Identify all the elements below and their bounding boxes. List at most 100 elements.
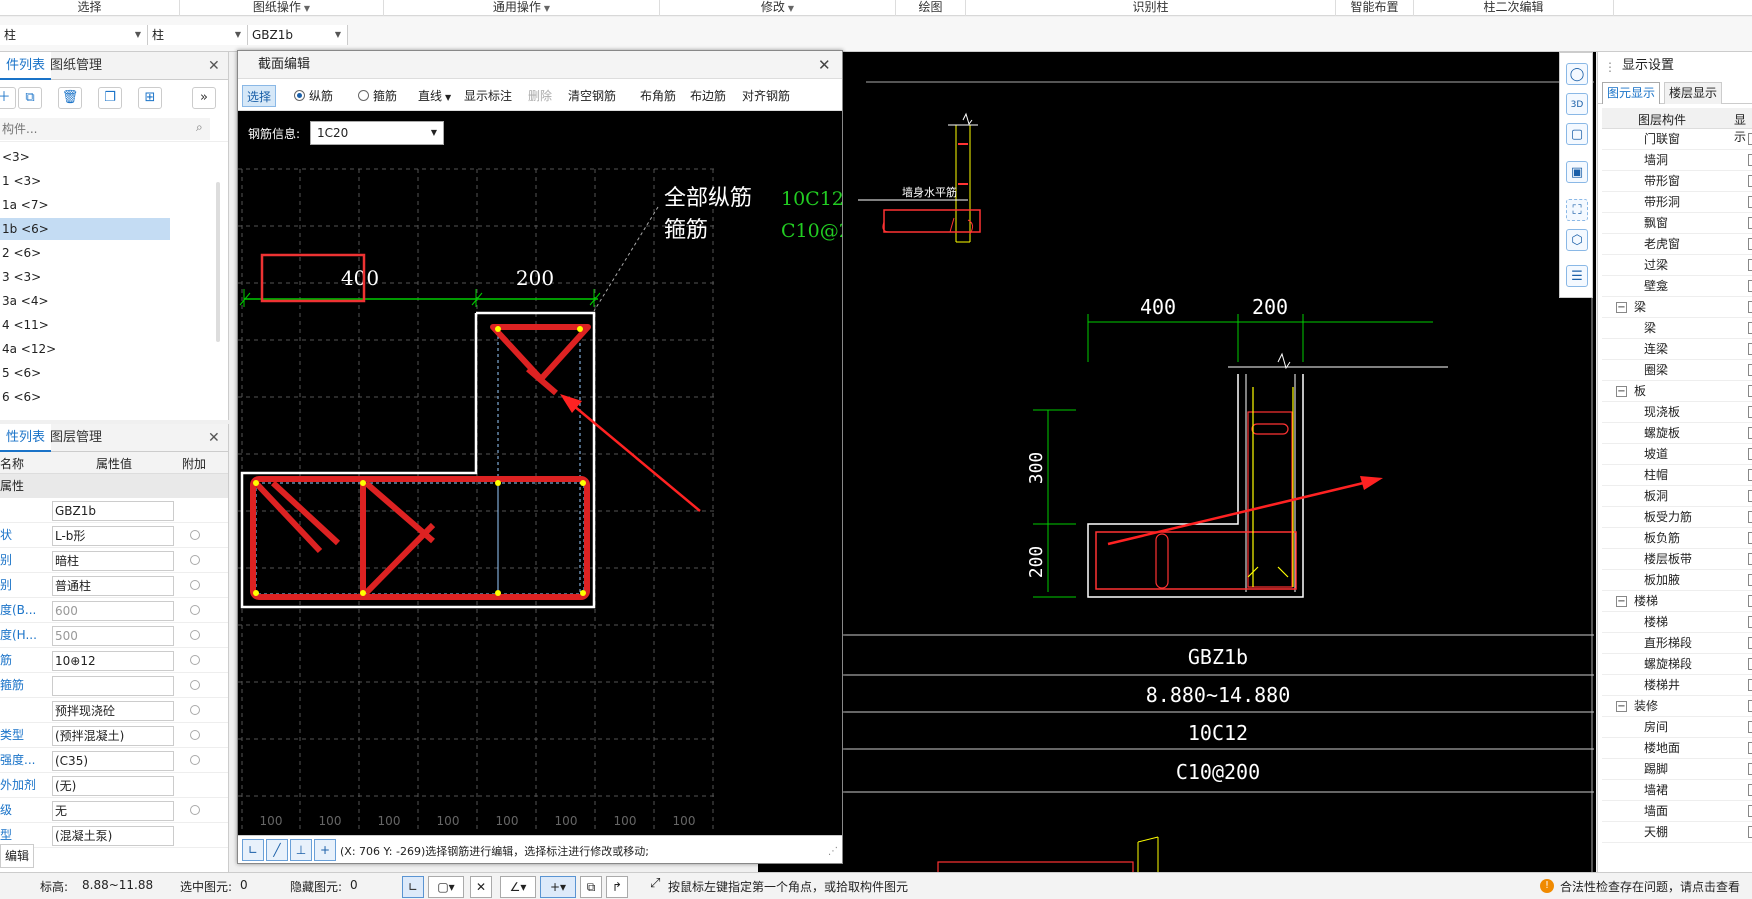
attach-checkbox[interactable] (190, 730, 200, 740)
tab-element-display[interactable]: 图元显示 (1602, 82, 1661, 104)
visibility-checkbox[interactable] (1748, 196, 1752, 208)
visibility-checkbox[interactable] (1748, 532, 1752, 544)
track-icon[interactable]: ↱ (606, 876, 628, 898)
ribbon-group-select[interactable]: 选择 (0, 0, 180, 16)
drag-handle-icon[interactable]: ⋮ (1604, 60, 1616, 74)
dynamic-input-icon[interactable]: +▾ (540, 876, 576, 898)
tree-group[interactable]: 板 (1634, 381, 1646, 402)
corner-rebar-button[interactable]: 布角筋 (640, 85, 676, 107)
property-value[interactable]: 暗柱 (52, 551, 174, 571)
tree-item[interactable]: 现浇板 (1644, 402, 1680, 423)
visibility-checkbox[interactable] (1748, 238, 1752, 250)
visibility-checkbox[interactable] (1748, 406, 1752, 418)
longitudinal-radio[interactable]: 纵筋 (294, 85, 333, 107)
tree-item[interactable]: 门联窗 (1644, 129, 1680, 150)
list-item[interactable]: 3a <4> (0, 290, 170, 312)
property-value[interactable]: 10⊕12 (52, 651, 174, 671)
tree-item[interactable]: 梁 (1644, 318, 1656, 339)
tree-item[interactable]: 房间 (1644, 717, 1668, 738)
list-item[interactable]: 2 <6> (0, 242, 170, 264)
fit-view-icon[interactable]: ⛶ (1566, 199, 1588, 221)
tree-item[interactable]: 楼地面 (1644, 738, 1680, 759)
visibility-checkbox[interactable] (1748, 595, 1752, 607)
component-select[interactable]: GBZ1b ▼ (248, 25, 348, 45)
attach-checkbox[interactable] (190, 580, 200, 590)
ortho-icon[interactable]: ∟ (242, 839, 264, 861)
tree-item[interactable]: 板洞 (1644, 486, 1668, 507)
list-item[interactable]: 3 <3> (0, 266, 170, 288)
search-input[interactable] (0, 118, 210, 140)
visibility-checkbox[interactable] (1748, 637, 1752, 649)
tree-item[interactable]: 板受力筋 (1644, 507, 1692, 528)
attach-checkbox[interactable] (190, 630, 200, 640)
visibility-checkbox[interactable] (1748, 490, 1752, 502)
tree-item[interactable]: 老虎窗 (1644, 234, 1680, 255)
list-item[interactable]: 6 <6> (0, 386, 170, 408)
tree-item[interactable]: 板加腋 (1644, 570, 1680, 591)
tree-item[interactable]: 螺旋板 (1644, 423, 1680, 444)
cad-canvas[interactable]: 墙身水平筋 400 200 300 200 GBZ1b 8.880~14.880… (758, 52, 1596, 875)
property-value[interactable]: GBZ1b (52, 501, 174, 521)
tree-item[interactable]: 坡道 (1644, 444, 1668, 465)
tree-item[interactable]: 楼层板带 (1644, 549, 1692, 570)
attach-checkbox[interactable] (190, 680, 200, 690)
tree-item[interactable]: 圈梁 (1644, 360, 1668, 381)
visibility-checkbox[interactable] (1748, 427, 1752, 439)
delete-icon[interactable]: 🗑 (58, 87, 82, 109)
visibility-checkbox[interactable] (1748, 217, 1752, 229)
tree-item[interactable]: 壁龛 (1644, 276, 1668, 297)
visibility-checkbox[interactable] (1748, 574, 1752, 586)
clear-rebar-button[interactable]: 清空钢筋 (568, 85, 616, 107)
tree-group[interactable]: 楼梯 (1634, 591, 1658, 612)
tree-item[interactable]: 过梁 (1644, 255, 1668, 276)
floor-copy-icon[interactable]: ⊞ (138, 87, 162, 109)
tree-item[interactable]: 飘窗 (1644, 213, 1668, 234)
tree-item[interactable]: 墙面 (1644, 801, 1668, 822)
property-value[interactable]: L-b形 (52, 526, 174, 546)
angle-icon[interactable]: ∠▾ (500, 876, 536, 898)
tab-drawing-management[interactable]: 图纸管理 (44, 52, 108, 80)
list-item[interactable]: <3> (0, 146, 170, 168)
visibility-checkbox[interactable] (1748, 511, 1752, 523)
attach-checkbox[interactable] (190, 755, 200, 765)
tree-item[interactable]: 天棚 (1644, 822, 1668, 843)
property-value[interactable]: (混凝土泵) (52, 826, 174, 846)
list-scrollbar[interactable] (216, 182, 220, 342)
tree-item[interactable]: 楼梯井 (1644, 675, 1680, 696)
label-all-longitudinal-value[interactable]: 10C12 (781, 188, 844, 210)
visibility-checkbox[interactable] (1748, 784, 1752, 796)
close-icon[interactable]: ✕ (208, 58, 220, 74)
dim-200[interactable]: 200 (516, 266, 554, 290)
visibility-checkbox[interactable] (1748, 679, 1752, 691)
visibility-checkbox[interactable] (1748, 763, 1752, 775)
attach-checkbox[interactable] (190, 530, 200, 540)
label-stirrup-value[interactable]: C10@2 (781, 220, 851, 242)
ribbon-group-draw[interactable]: 绘图 (896, 0, 966, 16)
snap-icon[interactable]: + (314, 839, 336, 861)
tree-item[interactable]: 柱帽 (1644, 465, 1668, 486)
select-button[interactable]: 选择 (242, 85, 277, 107)
collapse-icon[interactable]: − (1616, 596, 1627, 607)
tree-item[interactable]: 楼梯 (1644, 612, 1668, 633)
visibility-checkbox[interactable] (1748, 322, 1752, 334)
visibility-checkbox[interactable] (1748, 469, 1752, 481)
stirrup-rebars[interactable] (250, 324, 591, 600)
ribbon-group-smart[interactable]: 智能布置 (1336, 0, 1414, 16)
list-item[interactable]: 1a <7> (0, 194, 170, 216)
visibility-checkbox[interactable] (1748, 826, 1752, 838)
visibility-checkbox[interactable] (1748, 154, 1752, 166)
type-select[interactable]: 柱 ▼ (148, 25, 248, 45)
tree-group[interactable]: 梁 (1634, 297, 1646, 318)
attach-checkbox[interactable] (190, 555, 200, 565)
property-value[interactable] (52, 676, 174, 696)
collapse-icon[interactable]: − (1616, 701, 1627, 712)
ribbon-group-common[interactable]: 通用操作 ▼ (384, 0, 660, 16)
visibility-checkbox[interactable] (1748, 721, 1752, 733)
section-canvas[interactable]: 全部纵筋 10C12 箍筋 C10@2 400 200 (238, 111, 851, 835)
copy-icon[interactable]: ⧉ (18, 87, 42, 109)
stirrup-radio[interactable]: 箍筋 (358, 85, 397, 107)
search-icon[interactable]: ⌕ (196, 120, 203, 135)
align-rebar-button[interactable]: 对齐钢筋 (742, 85, 790, 107)
duplicate-icon[interactable]: ❐ (98, 87, 122, 109)
list-item[interactable]: 5 <6> (0, 362, 170, 384)
